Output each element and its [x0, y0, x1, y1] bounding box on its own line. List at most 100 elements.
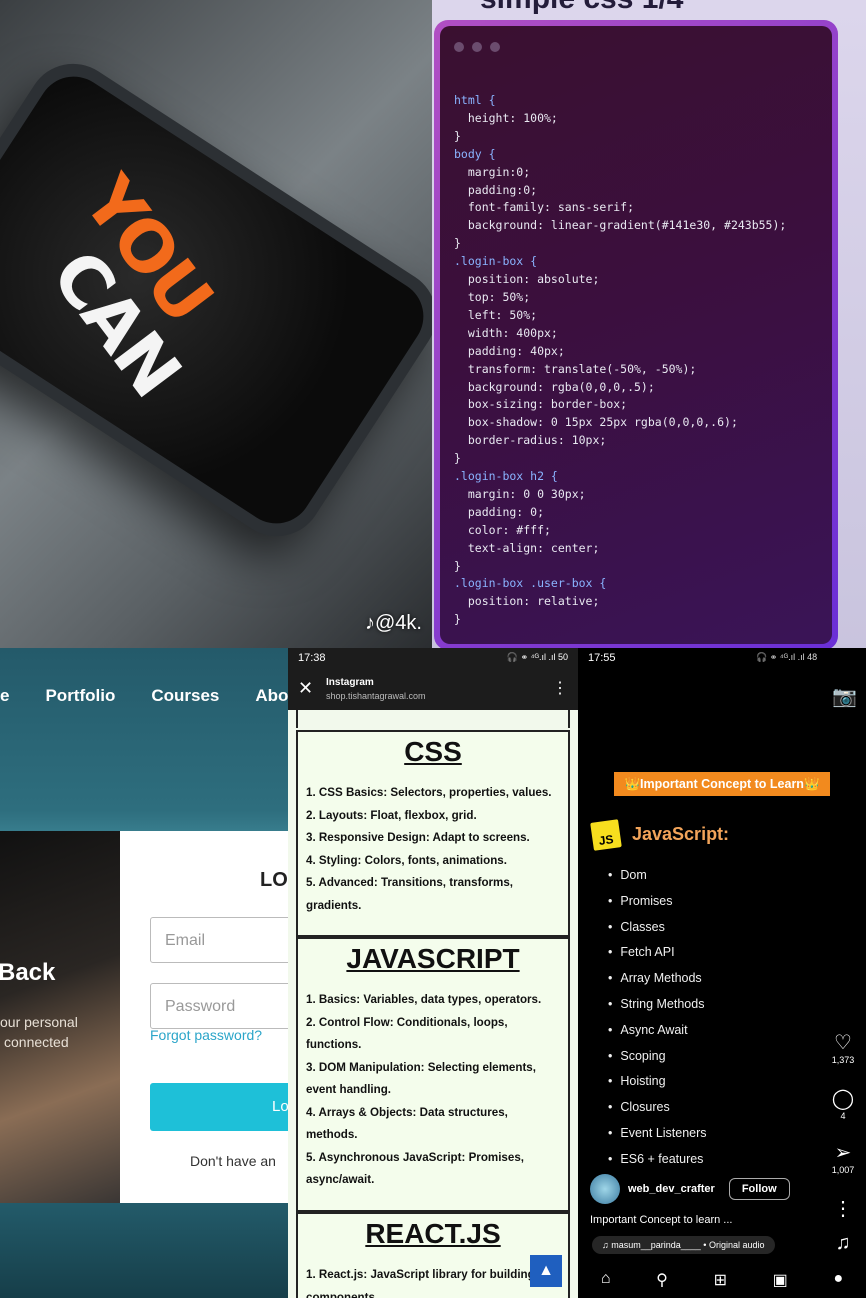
nav-item-courses[interactable]: Courses	[151, 686, 219, 706]
code-line: top: 50%;	[454, 289, 531, 304]
css-item: 3. Responsive Design: Adapt to screens.	[306, 831, 530, 844]
send-icon[interactable]: ➢	[830, 1140, 856, 1165]
status-bar: 17:38 🎧 ⚭ ⁴ᴳ.ıl .ıl 50	[288, 648, 578, 670]
topic-item: Closures	[608, 1100, 707, 1126]
phone-illustration: YOU CAN	[0, 46, 432, 554]
like-action[interactable]: ♡ 1,373	[830, 1030, 856, 1065]
scroll-to-top-button[interactable]: ▲	[530, 1255, 562, 1287]
code-image-tile: simple css 1/4 html { height: 100%;} body…	[432, 0, 866, 648]
more-icon[interactable]: ⋮	[830, 1196, 856, 1221]
code-window: html { height: 100%;} body { margin:0; pa…	[434, 20, 838, 648]
audio-chip[interactable]: ♫ masum__parinda____ • Original audio	[592, 1236, 775, 1254]
login-button[interactable]: Lo	[150, 1083, 288, 1131]
more-options[interactable]: ⋮	[830, 1196, 856, 1221]
login-card: Back our personal connected LO Email Pas…	[0, 831, 288, 1203]
browser-app-name: Instagram	[326, 677, 374, 688]
topic-item: Async Await	[608, 1023, 707, 1049]
follow-button[interactable]: Follow	[728, 1178, 790, 1200]
comment-action[interactable]: ◯ 4	[830, 1086, 856, 1121]
nav-item-partial[interactable]: e	[0, 686, 9, 706]
code-line: transform: translate(-50%, -50%);	[454, 361, 697, 376]
password-field[interactable]: Password	[150, 983, 288, 1029]
music-icon[interactable]: ♫	[830, 1232, 856, 1255]
topic-item: Scoping	[608, 1049, 707, 1075]
code-line: }	[454, 451, 461, 466]
code-line: height: 100%;	[454, 110, 558, 125]
search-icon[interactable]: ⚲	[656, 1270, 668, 1298]
section-top-strip	[296, 710, 570, 728]
comment-count: 4	[840, 1111, 846, 1121]
code-line: box-shadow: 0 15px 25px rgba(0,0,0,.6);	[454, 415, 738, 430]
nav-item-portfolio[interactable]: Portfolio	[45, 686, 115, 706]
javascript-item: 4. Arrays & Objects: Data structures, me…	[306, 1105, 508, 1142]
in-app-browser-bar: ✕ Instagram shop.tishantagrawal.com ⋮	[288, 670, 578, 710]
more-menu-icon[interactable]: ⋮	[552, 678, 568, 698]
code-line: width: 400px;	[454, 325, 558, 340]
close-icon[interactable]: ✕	[298, 678, 313, 699]
code-line: background: linear-gradient(#141e30, #24…	[454, 218, 787, 233]
code-line: left: 50%;	[454, 307, 538, 322]
concept-banner: 👑Important Concept to Learn👑	[614, 772, 830, 796]
heart-icon[interactable]: ♡	[830, 1030, 856, 1055]
like-count: 1,373	[831, 1055, 855, 1065]
window-dots	[454, 42, 500, 52]
javascript-section: JAVASCRIPT 1. Basics: Variables, data ty…	[296, 937, 570, 1212]
status-icons: 🎧 ⚭ ⁴ᴳ.ıl .ıl 48	[756, 652, 818, 662]
code-block: html { height: 100%;} body { margin:0; pa…	[454, 92, 786, 629]
topic-item: Event Listeners	[608, 1126, 706, 1152]
css-heading: CSS	[404, 736, 462, 767]
code-line: padding:0;	[454, 182, 538, 197]
instagram-reel-tile: 17:55 🎧 ⚭ ⁴ᴳ.ıl .ıl 48 📷 👑Important Conc…	[578, 648, 866, 1298]
status-icons: 🎧 ⚭ ⁴ᴳ.ıl .ıl 50	[506, 652, 568, 662]
status-time: 17:38	[298, 652, 326, 664]
code-line: html {	[454, 93, 496, 107]
camera-icon[interactable]: 📷	[832, 684, 857, 709]
home-icon[interactable]: ⌂	[601, 1270, 611, 1298]
topic-item: Promises	[608, 894, 707, 920]
reels-icon[interactable]: ▣	[773, 1270, 788, 1298]
javascript-item: 2. Control Flow: Conditionals, loops, fu…	[306, 1015, 508, 1052]
status-time: 17:55	[588, 652, 616, 664]
code-line: .login-box .user-box {	[454, 576, 607, 591]
javascript-item: 1. Basics: Variables, data types, operat…	[306, 993, 542, 1006]
bottom-nav: ⌂ ⚲ ⊞ ▣ ●	[578, 1270, 866, 1298]
react-item: 1. React.js: JavaScript library for buil…	[306, 1268, 535, 1298]
reel-caption[interactable]: Important Concept to learn ...	[590, 1214, 732, 1226]
share-action[interactable]: ➢ 1,007	[830, 1140, 856, 1175]
topic-item: Hoisting	[608, 1074, 707, 1100]
css-section: CSS 1. CSS Basics: Selectors, properties…	[296, 730, 570, 937]
browser-url: shop.tishantagrawal.com	[326, 691, 426, 701]
nav-item-about[interactable]: Abo	[255, 686, 288, 706]
comment-icon[interactable]: ◯	[830, 1086, 856, 1111]
reel-author: web_dev_crafter Follow	[590, 1174, 790, 1204]
forgot-password-link[interactable]: Forgot password?	[150, 1027, 262, 1043]
react-heading: REACT.JS	[365, 1218, 501, 1249]
create-icon[interactable]: ⊞	[714, 1270, 727, 1298]
profile-icon[interactable]: ●	[833, 1270, 843, 1298]
javascript-title: JavaScript:	[632, 824, 730, 844]
avatar[interactable]	[590, 1174, 620, 1204]
code-line: padding: 40px;	[454, 343, 565, 358]
username[interactable]: web_dev_crafter	[628, 1183, 715, 1195]
website-tile: e Portfolio Courses Abo Back our persona…	[0, 648, 288, 1298]
browser-tile: 17:38 🎧 ⚭ ⁴ᴳ.ıl .ıl 50 ✕ Instagram shop.…	[288, 648, 578, 1298]
javascript-heading: JAVASCRIPT	[346, 943, 520, 974]
tiktok-watermark: ♪@4k.	[365, 612, 422, 634]
topic-item: Classes	[608, 920, 707, 946]
welcome-back-text: Back	[0, 959, 56, 986]
css-item: 2. Layouts: Float, flexbox, grid.	[306, 808, 477, 822]
topic-item: Fetch API	[608, 945, 707, 971]
collage: YOU CAN ♪@4k. simple css 1/4 html { heig…	[0, 0, 866, 1298]
code-line: box-sizing: border-box;	[454, 397, 628, 412]
login-title: LO	[260, 869, 288, 891]
code-panel: html { height: 100%;} body { margin:0; pa…	[440, 26, 832, 644]
code-line: }	[454, 236, 461, 251]
code-line: }	[454, 558, 461, 573]
code-line: position: relative;	[454, 594, 600, 609]
css-item: 1. CSS Basics: Selectors, properties, va…	[306, 786, 552, 799]
email-field[interactable]: Email	[150, 917, 288, 963]
code-line: margin: 0 0 30px;	[454, 486, 586, 501]
audio-thumbnail[interactable]: ♫	[830, 1232, 856, 1255]
code-line: .login-box {	[454, 254, 538, 269]
site-footer-bg	[0, 1203, 288, 1298]
